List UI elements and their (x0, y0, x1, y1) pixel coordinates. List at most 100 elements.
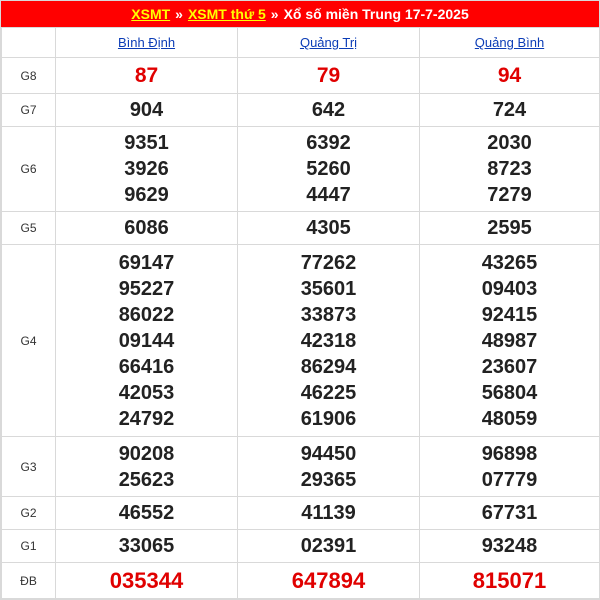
prize-number: 02391 (300, 535, 357, 557)
prize-label: ĐB (1, 562, 56, 599)
province-header: Bình Định (55, 27, 238, 58)
prize-cell: 9351 3926 9629 (55, 126, 238, 212)
province-link-quang-binh[interactable]: Quảng Bình (475, 35, 544, 50)
prize-number: 94 (497, 63, 522, 87)
prize-number: 48059 (481, 407, 538, 430)
prize-number: 35601 (300, 277, 357, 300)
page-title: Xổ số miền Trung 17-7-2025 (283, 6, 469, 22)
prize-cell: 67731 (419, 496, 600, 530)
prize-number: 41139 (301, 502, 356, 524)
xsmt-link[interactable]: XSMT (131, 6, 170, 22)
prize-cell: 69147 95227 86022 09144 66416 42053 24792 (55, 244, 238, 437)
prize-number: 79 (316, 63, 341, 87)
prize-number: 94450 (300, 442, 357, 465)
prize-cell: 815071 (419, 562, 600, 599)
prize-number: 92415 (481, 303, 538, 326)
prize-number: 7279 (487, 184, 532, 206)
prize-cell: 904 (55, 93, 238, 127)
prize-number: 647894 (291, 567, 366, 593)
prize-row: G3 90208 25623 94450 29365 96898 07779 (1, 436, 600, 497)
prize-number: 87 (134, 63, 159, 87)
prize-number: 86294 (300, 355, 357, 378)
prize-number: 904 (129, 99, 164, 121)
prize-cell: 87 (55, 57, 238, 94)
prize-number: 24792 (118, 407, 175, 430)
header-blank-cell (1, 27, 56, 58)
prize-row: G1 33065 02391 93248 (1, 529, 600, 563)
prize-number: 4447 (306, 184, 351, 206)
prize-number: 67731 (481, 502, 538, 524)
prize-number: 93248 (481, 535, 538, 557)
prize-cell: 02391 (237, 529, 420, 563)
prize-cell: 41139 (237, 496, 420, 530)
prize-row: ĐB 035344 647894 815071 (1, 562, 600, 599)
prize-cell: 4305 (237, 211, 420, 245)
prize-cell: 94 (419, 57, 600, 94)
province-header: Quảng Trị (237, 27, 420, 58)
prize-number: 33873 (300, 303, 357, 326)
prize-number: 48987 (481, 329, 538, 352)
prize-number: 69147 (118, 251, 175, 274)
prize-label: G4 (1, 244, 56, 437)
prize-cell: 46552 (55, 496, 238, 530)
prize-cell: 6086 (55, 211, 238, 245)
prize-number: 724 (492, 99, 527, 121)
prize-cell: 33065 (55, 529, 238, 563)
prize-number: 2595 (487, 217, 532, 239)
prize-number: 9351 (124, 132, 169, 154)
prize-number: 42318 (300, 329, 357, 352)
prize-label: G3 (1, 436, 56, 497)
prize-label: G5 (1, 211, 56, 245)
results-panel: XSMT » XSMT thứ 5 » Xổ số miền Trung 17-… (0, 0, 600, 600)
prize-row: G5 6086 4305 2595 (1, 211, 600, 245)
prize-number: 9629 (124, 184, 169, 206)
prize-cell: 90208 25623 (55, 436, 238, 497)
prize-cell: 94450 29365 (237, 436, 420, 497)
prize-cell: 647894 (237, 562, 420, 599)
prize-number: 815071 (472, 567, 547, 593)
breadcrumb-separator: » (270, 6, 279, 22)
province-link-binh-dinh[interactable]: Bình Định (118, 35, 175, 50)
prize-number: 66416 (118, 355, 175, 378)
province-link-quang-tri[interactable]: Quảng Trị (300, 35, 357, 50)
prize-number: 642 (311, 99, 346, 121)
prize-label: G1 (1, 529, 56, 563)
prize-number: 25623 (118, 468, 175, 491)
prize-cell: 93248 (419, 529, 600, 563)
prize-number: 8723 (487, 158, 532, 180)
prize-number: 09403 (481, 277, 538, 300)
prize-number: 43265 (481, 251, 538, 274)
prize-number: 46225 (300, 381, 357, 404)
prize-cell: 035344 (55, 562, 238, 599)
prize-cell: 43265 09403 92415 48987 23607 56804 48059 (419, 244, 600, 437)
results-table: Bình Định Quảng Trị Quảng Bình G8 87 79 94 G… (1, 27, 600, 599)
breadcrumb-separator: » (175, 6, 183, 22)
prize-row: G6 9351 3926 9629 6392 5260 4447 2030 8723 7279 (1, 126, 600, 212)
prize-number: 29365 (300, 468, 357, 491)
prize-cell: 6392 5260 4447 (237, 126, 420, 212)
title-bar: XSMT » XSMT thứ 5 » Xổ số miền Trung 17-… (1, 1, 599, 27)
xsmt-thursday-link[interactable]: XSMT thứ 5 (188, 6, 266, 22)
prize-cell: 2595 (419, 211, 600, 245)
prize-row: G2 46552 41139 67731 (1, 496, 600, 530)
prize-number: 2030 (487, 132, 532, 154)
prize-number: 5260 (306, 158, 351, 180)
prize-number: 23607 (481, 355, 538, 378)
prize-number: 90208 (118, 442, 175, 465)
prize-label: G7 (1, 93, 56, 127)
prize-cell: 77262 35601 33873 42318 86294 46225 61906 (237, 244, 420, 437)
prize-cell: 724 (419, 93, 600, 127)
prize-number: 07779 (481, 468, 538, 491)
prize-number: 86022 (118, 303, 175, 326)
prize-number: 6392 (306, 132, 351, 154)
prize-number: 09144 (118, 329, 175, 352)
prize-row: G8 87 79 94 (1, 57, 600, 94)
prize-cell: 2030 8723 7279 (419, 126, 600, 212)
prize-number: 4305 (306, 217, 351, 239)
prize-number: 6086 (124, 217, 169, 239)
prize-label: G8 (1, 57, 56, 94)
prize-row: G4 69147 95227 86022 09144 66416 42053 24792 772… (1, 244, 600, 437)
prize-number: 035344 (109, 567, 184, 593)
prize-row: G7 904 642 724 (1, 93, 600, 127)
prize-number: 46552 (118, 502, 175, 524)
